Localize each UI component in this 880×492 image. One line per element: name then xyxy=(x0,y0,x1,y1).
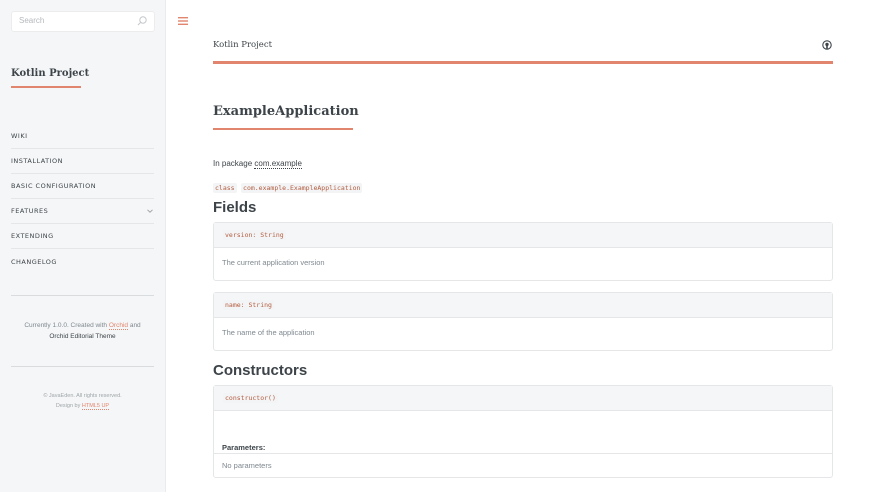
field-signature-row: name: String xyxy=(214,293,832,318)
copyright-text: © JavaEden. All rights reserved. xyxy=(43,393,122,399)
sidebar-item-label: EXTENDING xyxy=(11,232,54,240)
sidebar-divider xyxy=(11,366,154,367)
package-link[interactable]: com.example xyxy=(254,159,302,169)
parameters-value: No parameters xyxy=(222,461,272,470)
chevron-down-icon[interactable] xyxy=(146,207,154,215)
field-signature-row: version: String xyxy=(214,223,832,248)
field-description: The current application version xyxy=(222,258,325,267)
parameters-row: Parameters: xyxy=(214,411,832,454)
field-card: version: String The current application … xyxy=(213,222,833,281)
sidebar-item-label: FEATURES xyxy=(11,207,49,215)
package-prefix: In package xyxy=(213,159,253,168)
sidebar-item-basic-configuration[interactable]: BASIC CONFIGURATION xyxy=(11,174,154,199)
sidebar-item-label: INSTALLATION xyxy=(11,157,64,165)
sidebar-item-installation[interactable]: INSTALLATION xyxy=(11,149,154,174)
field-description: The name of the application xyxy=(222,328,315,337)
class-keyword: class xyxy=(213,183,237,193)
design-prefix: Design by xyxy=(55,403,81,409)
sidebar-item-features[interactable]: FEATURES xyxy=(11,199,154,224)
html5up-link[interactable]: HTML5 UP xyxy=(81,403,110,410)
constructor-card: constructor() Parameters: No parameters xyxy=(213,385,833,478)
search-icon[interactable] xyxy=(136,15,148,27)
class-name: com.example.ExampleApplication xyxy=(241,183,363,193)
sidebar-item-label: CHANGELOG xyxy=(11,257,57,266)
orchid-link[interactable]: Orchid xyxy=(108,322,129,330)
fields-heading: Fields xyxy=(213,199,257,216)
sidebar-item-label: WIKI xyxy=(11,132,28,140)
credits-prefix: Currently 1.0.0. Created with xyxy=(24,322,108,329)
brand-underline xyxy=(11,86,81,88)
search-box[interactable] xyxy=(11,11,155,32)
field-card: name: String The name of the application xyxy=(213,292,833,351)
credits-suffix: and xyxy=(129,322,141,329)
constructors-heading: Constructors xyxy=(213,362,308,379)
header-title[interactable]: Kotlin Project xyxy=(213,40,272,50)
github-icon[interactable] xyxy=(822,40,832,50)
sidebar-item-wiki[interactable]: WIKI xyxy=(11,124,154,149)
site-brand[interactable]: Kotlin Project xyxy=(11,68,89,79)
parameters-label: Parameters: xyxy=(222,443,266,452)
menu-icon[interactable] xyxy=(177,15,189,27)
constructor-signature-row: constructor() xyxy=(214,386,832,411)
sidebar-credits: Currently 1.0.0. Created with Orchid and… xyxy=(11,320,154,342)
theme-name: Orchid Editorial Theme xyxy=(49,333,116,340)
class-signature: class com.example.ExampleApplication xyxy=(213,177,363,195)
sidebar-item-label: BASIC CONFIGURATION xyxy=(11,182,97,190)
sidebar-footer: © JavaEden. All rights reserved. Design … xyxy=(11,391,154,411)
page-title-underline xyxy=(213,128,353,130)
field-signature: name: String xyxy=(223,300,274,310)
constructor-signature: constructor() xyxy=(223,393,278,403)
sidebar-divider xyxy=(11,295,154,296)
page-title: ExampleApplication xyxy=(213,104,359,119)
header-underline xyxy=(213,61,833,64)
search-input[interactable] xyxy=(19,16,129,25)
sidebar-nav: WIKI INSTALLATION BASIC CONFIGURATION FE… xyxy=(11,124,154,274)
sidebar: Kotlin Project WIKI INSTALLATION BASIC C… xyxy=(0,0,166,492)
sidebar-item-extending[interactable]: EXTENDING xyxy=(11,224,154,249)
package-line: In package com.example xyxy=(213,159,302,169)
field-signature: version: String xyxy=(223,230,286,240)
sidebar-item-changelog[interactable]: CHANGELOG xyxy=(11,249,154,274)
